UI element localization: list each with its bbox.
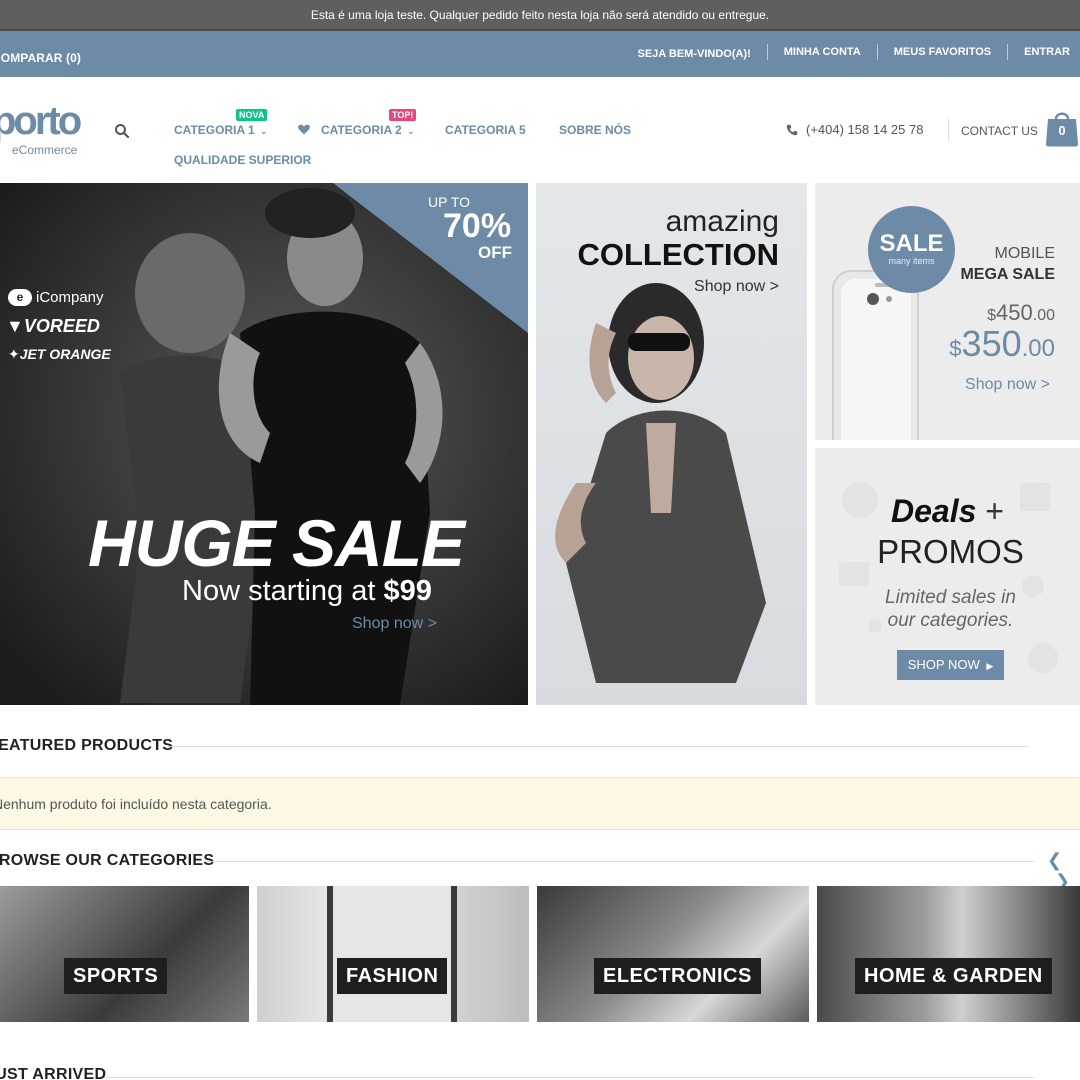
collection-line1: amazing <box>665 205 779 238</box>
new-price-decimal: .00 <box>1021 335 1055 362</box>
phone-icon <box>786 124 798 135</box>
category-label-fashion: FASHION <box>337 958 448 994</box>
chevron-left-icon[interactable]: ❮ <box>1047 850 1062 870</box>
huge-sale-headline: HUGE SALE <box>88 506 465 580</box>
heart-icon <box>298 124 310 135</box>
old-price-decimal: .00 <box>1032 307 1055 324</box>
contact-us-link[interactable]: CONTACT US <box>961 124 1038 138</box>
logo-subtitle: eCommerce <box>12 143 78 157</box>
just-arrived-heading: JUST ARRIVED <box>0 1066 107 1080</box>
jet-orange-logo-icon: ✦ <box>8 346 20 362</box>
mobile-sale-banner[interactable]: SALE many items MOBILE MEGA SALE $450.00… <box>815 183 1080 440</box>
starting-price-line: Now starting at $99 <box>182 575 432 608</box>
cart-count: 0 <box>1058 123 1066 138</box>
category-label-home-garden: HOME & GARDEN <box>855 958 1052 994</box>
my-account-link[interactable]: MINHA CONTA <box>766 44 877 60</box>
icompany-logo-icon: e <box>8 289 32 306</box>
voreed-logo-icon: ▼ <box>6 316 24 336</box>
promos-title: PROMOS <box>877 533 1024 570</box>
mobile-shop-now[interactable]: Shop now > <box>965 376 1050 394</box>
nav-categoria-5[interactable]: CATEGORIA 5 <box>445 123 526 137</box>
new-price-integer: 350 <box>961 323 1022 364</box>
no-products-text: Nenhum produto foi incluído nesta catego… <box>0 796 272 812</box>
caret-right-icon: ▶ <box>986 661 994 671</box>
compare-link[interactable]: COMPARAR (0) <box>0 51 81 65</box>
header: porto eCommerce CATEGORIA 1 ⌄ NOVA CATEG… <box>0 77 1080 183</box>
login-link[interactable]: ENTRAR <box>1007 44 1080 60</box>
sale-badge-title: SALE <box>879 230 944 257</box>
deals-word: Deals <box>891 493 977 529</box>
welcome-text: SEJA BEM-VINDO(A)! <box>637 48 751 60</box>
huge-sale-shop-now[interactable]: Shop now > <box>352 615 437 633</box>
top-links: SEJA BEM-VINDO(A)! MINHA CONTA MEUS FAVO… <box>622 44 1080 60</box>
sale-badge: SALE many items <box>868 206 955 293</box>
brand-voreed-label: VOREED <box>23 316 100 336</box>
brand-jet-orange: ✦JET ORANGE <box>8 346 111 363</box>
new-price: $350.00 <box>949 323 1055 365</box>
header-divider <box>948 119 949 141</box>
logo-word: porto <box>0 99 82 143</box>
deals-shop-now-label: SHOP NOW <box>907 657 980 672</box>
deals-title: Deals + <box>815 493 1080 530</box>
nav-categoria-1-label: CATEGORIA 1 <box>174 123 255 137</box>
categories-divider <box>204 861 1034 862</box>
deals-promos-banner[interactable]: Deals + PROMOS Limited sales in our cate… <box>815 448 1080 705</box>
starting-price: $99 <box>383 575 432 607</box>
collection-shop-now[interactable]: Shop now > <box>694 278 779 296</box>
fashion-figure <box>327 886 457 1022</box>
couple-photo <box>0 183 528 705</box>
deals-shop-now-button[interactable]: SHOP NOW ▶ <box>897 650 1004 680</box>
new-badge: NOVA <box>236 109 268 121</box>
limited-sales-line1: Limited sales in <box>885 587 1016 608</box>
cart-button[interactable]: 0 <box>1045 107 1079 147</box>
collection-banner[interactable]: amazing COLLECTION Shop now > <box>536 183 807 705</box>
demo-store-notice: Esta é uma loja teste. Qualquer pedido f… <box>0 0 1080 31</box>
featured-divider <box>168 746 1028 747</box>
wishlist-link[interactable]: MEUS FAVORITOS <box>876 44 1007 60</box>
no-products-message: Nenhum produto foi incluído nesta catego… <box>0 777 1080 830</box>
huge-sale-banner[interactable]: UP TO 70% OFF e iCompany ▼VOREED ✦JET OR… <box>0 183 528 705</box>
brand-voreed: ▼VOREED <box>6 316 100 337</box>
brand-icompany: e iCompany <box>8 289 104 306</box>
mega-sale-label: MEGA SALE <box>960 266 1055 283</box>
percent-off: 70% <box>443 207 512 245</box>
logo[interactable]: porto eCommerce <box>0 99 82 157</box>
compare-label: COMPARAR (0) <box>0 51 81 65</box>
sale-badge-subtitle: many items <box>888 256 935 266</box>
collection-line2: COLLECTION <box>577 237 780 272</box>
category-card-electronics[interactable]: ELECTRONICS <box>537 886 809 1022</box>
phone-number: (+404) 158 14 25 78 <box>786 122 923 137</box>
chevron-down-icon: ⌄ <box>407 126 415 136</box>
category-card-sports[interactable]: SPORTS <box>0 886 249 1022</box>
category-label-electronics: ELECTRONICS <box>594 958 761 994</box>
just-arrived-divider <box>104 1077 1034 1078</box>
new-price-currency: $ <box>949 336 962 361</box>
nav-categoria-1[interactable]: CATEGORIA 1 ⌄ <box>174 123 268 137</box>
featured-products-heading: FEATURED PRODUCTS <box>0 737 174 754</box>
search-icon[interactable] <box>114 123 130 139</box>
browse-categories-heading: BROWSE OUR CATEGORIES <box>0 852 215 869</box>
brand-icompany-label: iCompany <box>36 289 104 306</box>
off-label: OFF <box>478 243 512 262</box>
plus-sign: + <box>976 493 1004 529</box>
old-price-integer: 450 <box>996 300 1033 325</box>
starting-text: Now starting at <box>182 575 384 607</box>
category-card-home-garden[interactable]: HOME & GARDEN <box>817 886 1080 1022</box>
category-card-fashion[interactable]: FASHION <box>257 886 529 1022</box>
brand-jet-orange-label: JET ORANGE <box>19 346 111 362</box>
mobile-label: MOBILE <box>994 245 1055 262</box>
nav-sobre-nos[interactable]: SOBRE NÓS <box>559 123 631 137</box>
chevron-down-icon: ⌄ <box>260 126 268 136</box>
nav-categoria-2[interactable]: CATEGORIA 2 ⌄ <box>321 123 415 137</box>
old-price-currency: $ <box>987 307 997 324</box>
category-label-sports: SPORTS <box>64 958 168 994</box>
top-bar: COMPARAR (0) SEJA BEM-VINDO(A)! MINHA CO… <box>0 31 1080 77</box>
nav-qualidade-superior[interactable]: QUALIDADE SUPERIOR <box>174 153 311 167</box>
top-badge: TOP! <box>389 109 417 121</box>
phone-text: (+404) 158 14 25 78 <box>806 122 924 137</box>
nav-categoria-2-label: CATEGORIA 2 <box>321 123 402 137</box>
limited-sales-line2: our categories. <box>887 610 1014 631</box>
